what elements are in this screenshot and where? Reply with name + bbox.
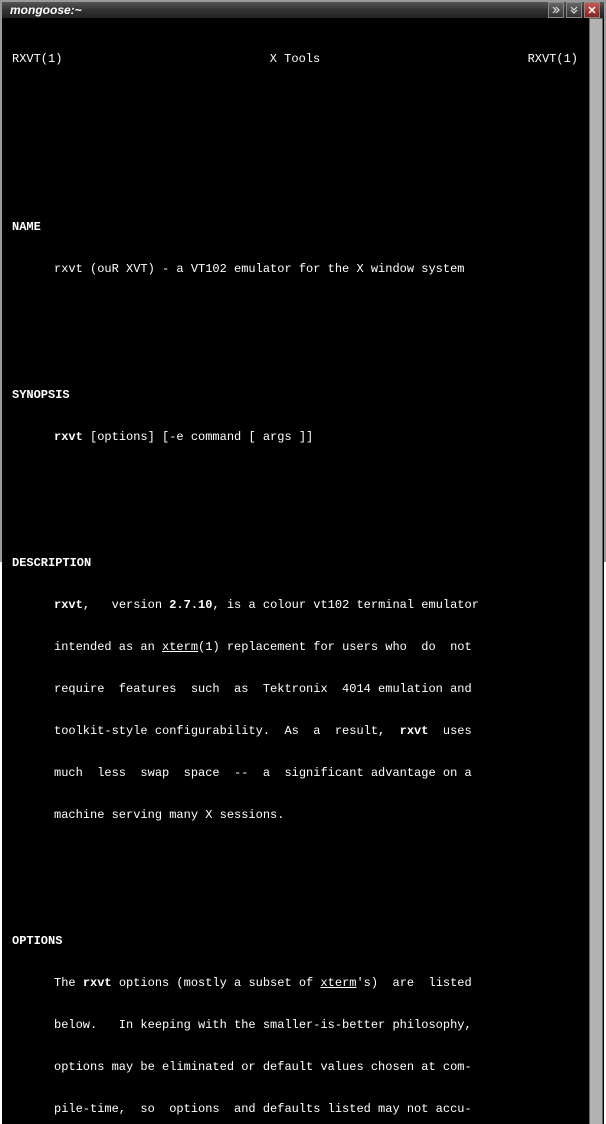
section-synopsis: SYNOPSIS — [12, 388, 584, 402]
desc-line-1: rxvt, version 2.7.10, is a colour vt102 … — [12, 598, 584, 612]
close-button[interactable] — [584, 2, 600, 18]
desc-line-2: intended as an xterm(1) replacement for … — [12, 640, 584, 654]
scrollbar[interactable] — [588, 18, 604, 1124]
section-options: OPTIONS — [12, 934, 584, 948]
opt-line-1: The rxvt options (mostly a subset of xte… — [12, 976, 584, 990]
opt-line-3: options may be eliminated or default val… — [12, 1060, 584, 1074]
name-line: rxvt (ouR XVT) - a VT102 emulator for th… — [12, 262, 584, 276]
section-name: NAME — [12, 220, 584, 234]
desc-line-3: require features such as Tektronix 4014 … — [12, 682, 584, 696]
titlebar[interactable]: mongoose:~ — [2, 2, 604, 18]
opt-line-2: below. In keeping with the smaller-is-be… — [12, 1018, 584, 1032]
maximize-button[interactable] — [566, 2, 582, 18]
terminal-content[interactable]: RXVT(1) X Tools RXVT(1) NAME rxvt (ouR X… — [2, 18, 588, 1124]
minimize-button[interactable] — [548, 2, 564, 18]
section-description: DESCRIPTION — [12, 556, 584, 570]
terminal-area: RXVT(1) X Tools RXVT(1) NAME rxvt (ouR X… — [2, 18, 604, 1124]
terminal-window: mongoose:~ RXVT(1) X Tools RXVT(1) NAME … — [0, 0, 606, 562]
desc-line-4: toolkit-style configurability. As a resu… — [12, 724, 584, 738]
desc-line-5: much less swap space -- a significant ad… — [12, 766, 584, 780]
man-header: RXVT(1) X Tools RXVT(1) — [12, 52, 584, 66]
header-center: X Tools — [62, 52, 527, 66]
opt-line-4: pile-time, so options and defaults liste… — [12, 1102, 584, 1116]
scrollbar-thumb[interactable] — [589, 18, 603, 1124]
header-right: RXVT(1) — [528, 52, 584, 66]
window-title: mongoose:~ — [6, 3, 546, 17]
synopsis-line: rxvt [options] [-e command [ args ]] — [12, 430, 584, 444]
header-left: RXVT(1) — [12, 52, 62, 66]
desc-line-6: machine serving many X sessions. — [12, 808, 584, 822]
